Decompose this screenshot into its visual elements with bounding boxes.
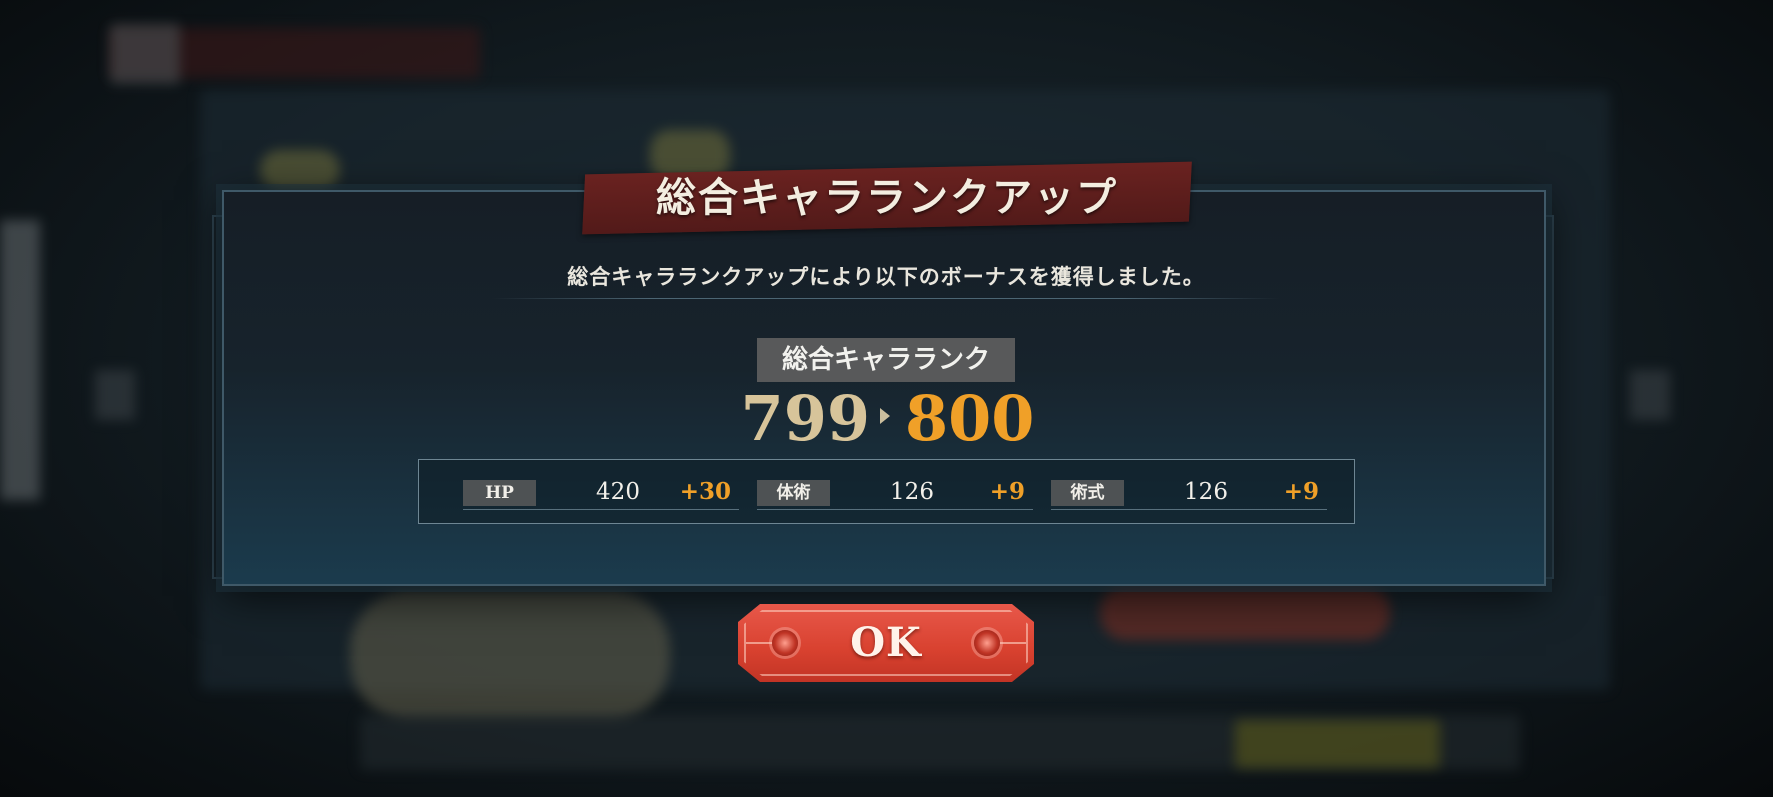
- stat-value: 420: [596, 479, 640, 505]
- rank-new-value: 800: [905, 382, 1035, 455]
- rank-old-value: 799: [740, 382, 870, 455]
- dialog-message: 総合キャラランクアップにより以下のボーナスを獲得しました。: [567, 264, 1205, 289]
- stat-bonus: +9: [1283, 478, 1319, 505]
- stat-name: 体術: [757, 480, 830, 506]
- stats-panel: HP 420 +30 体術 126 +9 術式 126 +9: [418, 459, 1355, 524]
- background-button: [1100, 585, 1390, 640]
- dialog-title: 総合キャラランクアップ: [656, 174, 1118, 221]
- stat-name: 術式: [1051, 480, 1124, 506]
- rank-up-dialog: [222, 190, 1546, 586]
- background-highlight-button: [1235, 720, 1440, 768]
- stat-value: 126: [1184, 479, 1228, 505]
- game-screen: 総合キャラランクアップ 総合キャラランクアップにより以下のボーナスを獲得しました…: [0, 0, 1773, 797]
- stat-bonus: +30: [679, 478, 731, 505]
- message-divider: [492, 298, 1280, 299]
- background-crown-icon: [260, 150, 340, 190]
- background-right-arrow-icon: [1630, 370, 1670, 420]
- background-left-arrow-icon: [95, 370, 135, 420]
- background-character: [350, 590, 670, 720]
- stat-hp: HP 420 +30: [463, 475, 739, 510]
- stat-value: 126: [890, 479, 934, 505]
- stat-jutsushiki: 術式 126 +9: [1051, 475, 1327, 510]
- background-left-figure: [0, 220, 40, 500]
- ok-button-label: OK: [850, 619, 922, 666]
- ok-button[interactable]: OK: [738, 604, 1034, 682]
- stat-name: HP: [463, 480, 536, 506]
- stat-taijutsu: 体術 126 +9: [757, 475, 1033, 510]
- stat-bonus: +9: [989, 478, 1025, 505]
- background-menu-icon: [110, 24, 180, 84]
- rank-label: 総合キャラランク: [757, 338, 1015, 382]
- rank-arrow-icon: [880, 408, 890, 424]
